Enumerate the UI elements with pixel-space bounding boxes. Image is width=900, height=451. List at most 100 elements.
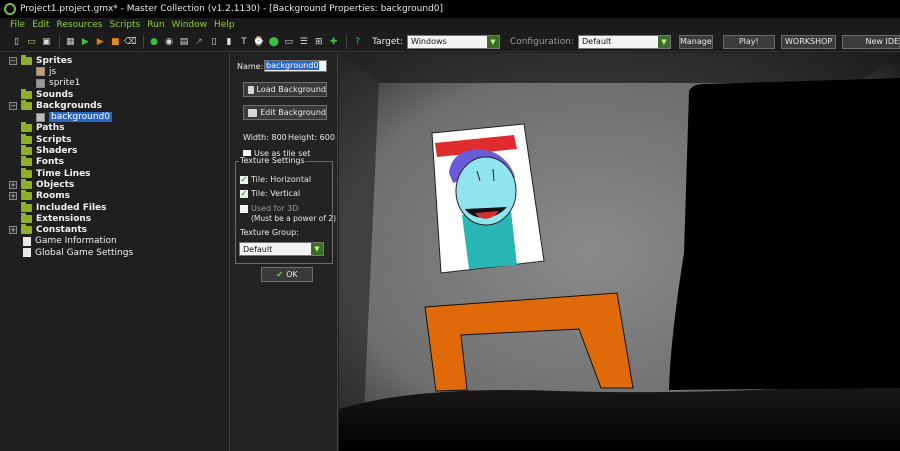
- load-background-button[interactable]: Load Background: [243, 82, 327, 97]
- check-icon: ✔: [276, 270, 284, 279]
- tree-folder-backgrounds[interactable]: − Backgrounds: [0, 99, 229, 111]
- tree-folder-fonts[interactable]: Fonts: [0, 156, 229, 168]
- edit-background-button[interactable]: Edit Background: [243, 105, 327, 120]
- add-object-icon[interactable]: ⬤: [267, 35, 280, 49]
- add-timeline-icon[interactable]: ⌚: [252, 35, 265, 49]
- tree-label: Extensions: [36, 213, 92, 224]
- tree-label: Fonts: [36, 157, 65, 168]
- add-sound-icon[interactable]: ◉: [163, 35, 176, 49]
- help-icon[interactable]: ?: [351, 35, 364, 49]
- add-script-icon[interactable]: ▯: [207, 35, 220, 49]
- checkbox-box: [240, 204, 248, 213]
- check-icon: ✓: [240, 174, 248, 184]
- tree-folder-sounds[interactable]: Sounds: [0, 88, 229, 100]
- expand-icon[interactable]: +: [9, 192, 17, 201]
- target-select[interactable]: Windows ▼: [406, 34, 500, 49]
- tile-horizontal-checkbox[interactable]: ✓ Tile: Horizontal: [240, 175, 311, 184]
- tree-folder-rooms[interactable]: + Rooms: [0, 190, 229, 202]
- name-label: Name:: [237, 62, 264, 71]
- tree-item-sprite[interactable]: sprite1: [0, 78, 229, 89]
- folder-icon: [21, 178, 32, 189]
- tree-folder-timelines[interactable]: Time Lines: [0, 167, 229, 179]
- tree-item-background[interactable]: background0: [0, 111, 229, 123]
- resource-tree[interactable]: − Sprites js sprite1 Sounds − Background…: [0, 53, 230, 451]
- menu-window[interactable]: Window: [172, 20, 208, 30]
- run-icon[interactable]: ▶: [79, 35, 92, 49]
- add-extension-icon[interactable]: ✚: [327, 35, 340, 49]
- tree-folder-extensions[interactable]: Extensions: [0, 212, 229, 224]
- folder-icon: [21, 145, 32, 156]
- tree-item-game-information[interactable]: Game Information: [0, 236, 229, 247]
- load-background-label: Load Background: [256, 85, 326, 94]
- open-icon[interactable]: ▭: [25, 35, 38, 49]
- width-text: Width: 800: [243, 133, 287, 142]
- tree-folder-scripts[interactable]: Scripts: [0, 133, 229, 145]
- menu-edit[interactable]: Edit: [32, 20, 49, 30]
- tree-folder-constants[interactable]: + Constants: [0, 224, 229, 235]
- folder-icon: [21, 167, 32, 178]
- texture-group-select[interactable]: Default ▼: [239, 242, 324, 256]
- tree-label: Global Game Settings: [35, 247, 134, 258]
- name-field[interactable]: background0: [264, 60, 327, 72]
- new-ide-button[interactable]: New IDE: [842, 34, 900, 49]
- debug-icon[interactable]: ▶: [94, 35, 107, 49]
- menu-scripts[interactable]: Scripts: [109, 20, 140, 30]
- tree-item-global-settings[interactable]: Global Game Settings: [0, 247, 229, 258]
- manage-button[interactable]: Manage: [678, 34, 713, 49]
- new-project-icon[interactable]: ▯: [10, 35, 23, 49]
- tile-vertical-checkbox[interactable]: ✓ Tile: Vertical: [240, 189, 300, 198]
- folder-icon: [21, 122, 32, 133]
- collapse-icon[interactable]: −: [9, 101, 17, 110]
- global-settings-icon[interactable]: ⊞: [312, 35, 325, 49]
- workshop-button[interactable]: WORKSHOP: [780, 34, 837, 49]
- tree-folder-included-files[interactable]: Included Files: [0, 201, 229, 213]
- background-icon: [36, 112, 45, 122]
- texture-group-label: Texture Group:: [240, 228, 299, 237]
- collapse-icon[interactable]: −: [9, 56, 17, 65]
- check-icon: ✓: [240, 188, 248, 198]
- game-info-icon[interactable]: ☰: [297, 35, 310, 49]
- tree-label: sprite1: [49, 78, 81, 89]
- folder-icon: [21, 54, 32, 65]
- expand-icon[interactable]: +: [9, 180, 17, 189]
- configuration-select[interactable]: Default ▼: [578, 34, 671, 49]
- open-folder-icon: [248, 85, 254, 94]
- background-preview: [339, 53, 900, 451]
- folder-icon: [21, 212, 32, 223]
- menu-file[interactable]: File: [10, 20, 25, 30]
- tree-folder-sprites[interactable]: − Sprites: [0, 54, 229, 66]
- tree-folder-paths[interactable]: Paths: [0, 122, 229, 134]
- power-of-two-note: (Must be a power of 2): [251, 214, 336, 223]
- add-background-icon[interactable]: ▤: [178, 35, 191, 49]
- menu-help[interactable]: Help: [214, 20, 235, 30]
- play-button[interactable]: Play!: [722, 34, 775, 49]
- settings-document-icon: [23, 248, 31, 258]
- tree-item-sprite[interactable]: js: [0, 66, 229, 77]
- save-icon[interactable]: ▣: [40, 35, 53, 49]
- toolbar-separator: [58, 34, 60, 49]
- folder-icon: [21, 133, 32, 144]
- folder-icon: [21, 99, 32, 110]
- clean-icon[interactable]: ⌫: [124, 35, 137, 49]
- ok-button[interactable]: ✔ OK: [261, 267, 313, 282]
- add-font-icon[interactable]: T: [237, 35, 250, 49]
- menu-run[interactable]: Run: [147, 20, 164, 30]
- tree-folder-objects[interactable]: + Objects: [0, 178, 229, 190]
- expand-icon[interactable]: +: [9, 226, 17, 235]
- tree-label: Game Information: [35, 236, 117, 247]
- tree-label: Rooms: [36, 191, 71, 202]
- add-path-icon[interactable]: ↗: [193, 35, 206, 49]
- tree-label: Sprites: [36, 55, 73, 66]
- add-room-icon[interactable]: ▭: [282, 35, 295, 49]
- add-sprite-icon[interactable]: ●: [148, 35, 161, 49]
- tree-folder-shaders[interactable]: Shaders: [0, 145, 229, 156]
- menu-resources[interactable]: Resources: [57, 20, 103, 30]
- add-shader-icon[interactable]: ▮: [222, 35, 235, 49]
- used-for-3d-checkbox[interactable]: Used for 3D: [240, 204, 298, 213]
- folder-icon: [21, 156, 32, 167]
- chevron-down-icon: ▼: [486, 35, 499, 48]
- tree-label-selected: background0: [49, 112, 112, 123]
- create-executable-icon[interactable]: ▦: [64, 35, 77, 49]
- tile-horizontal-label: Tile: Horizontal: [251, 175, 312, 184]
- stop-icon[interactable]: ■: [109, 35, 122, 49]
